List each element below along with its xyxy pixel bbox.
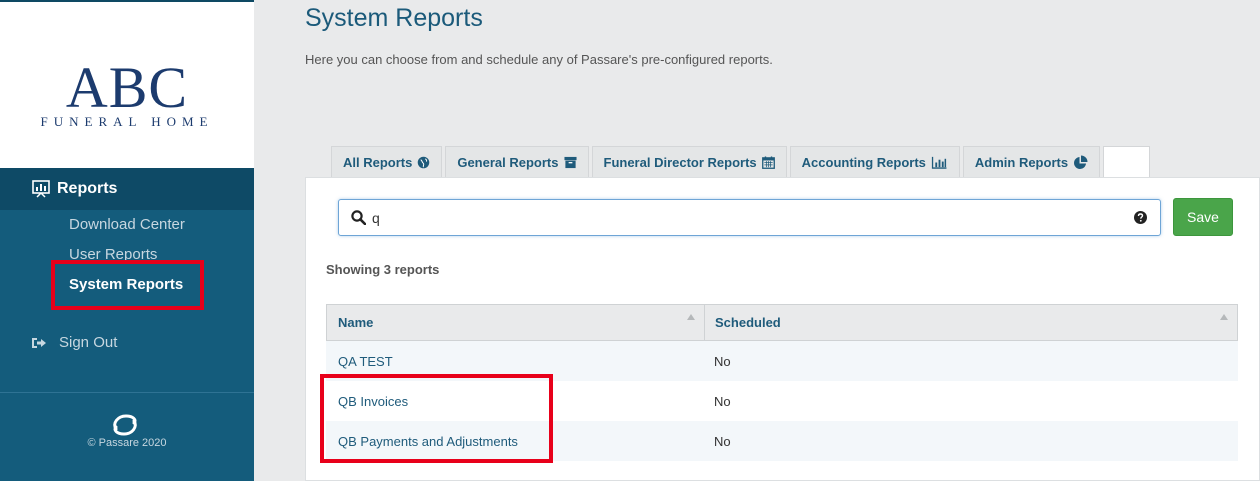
report-scheduled-value: No <box>714 393 731 409</box>
tab-funeral-director-reports[interactable]: Funeral Director Reports <box>591 146 787 178</box>
globe-icon <box>418 156 430 169</box>
tab-label: All Reports <box>343 155 413 170</box>
page-title: System Reports <box>305 4 483 32</box>
tab-label: Funeral Director Reports <box>603 155 757 170</box>
results-count: Showing 3 reports <box>326 262 440 277</box>
report-name-link[interactable]: QA TEST <box>326 354 704 369</box>
help-icon[interactable] <box>1134 211 1147 224</box>
sidebar-divider <box>0 392 254 393</box>
report-search-box[interactable] <box>338 199 1161 236</box>
nav-section-reports-label: Reports <box>57 180 118 197</box>
sidebar: ABC FUNERAL HOME Reports Download Center… <box>0 0 254 481</box>
passare-logo-icon <box>113 414 137 436</box>
report-scheduled-value: No <box>714 433 731 449</box>
archive-icon <box>563 156 577 169</box>
calendar-icon <box>761 156 775 169</box>
copyright-text: © Passare 2020 <box>87 437 167 449</box>
sign-out-link[interactable]: Sign Out <box>31 334 117 351</box>
highlight-annotation-rows <box>320 374 553 463</box>
sign-out-icon <box>32 337 46 348</box>
table-header: Name Scheduled <box>326 304 1238 341</box>
sort-asc-icon <box>1220 314 1228 320</box>
tab-label: General Reports <box>457 155 559 170</box>
tab-label: Accounting Reports <box>801 155 926 170</box>
report-tabs: All Reports General Reports Funeral Dire… <box>331 146 1153 178</box>
sign-out-label: Sign Out <box>59 334 118 351</box>
report-scheduled-value: No <box>714 353 731 369</box>
sidebar-item-download-center[interactable]: Download Center <box>69 216 185 233</box>
presentation-chart-icon <box>32 180 50 198</box>
bar-chart-icon <box>931 156 947 169</box>
tab-all-reports[interactable]: All Reports <box>331 146 443 178</box>
save-button[interactable]: Save <box>1173 198 1233 236</box>
column-header-name[interactable]: Name <box>327 305 705 340</box>
column-header-scheduled[interactable]: Scheduled <box>705 305 1237 340</box>
company-logo-text: ABC <box>65 55 189 120</box>
company-logo-subtitle: FUNERAL HOME <box>40 114 214 129</box>
tab-general-reports[interactable]: General Reports <box>445 146 589 178</box>
tab-blank[interactable] <box>1103 146 1151 178</box>
tab-admin-reports[interactable]: Admin Reports <box>962 146 1101 178</box>
logo-area: ABC FUNERAL HOME <box>0 0 254 168</box>
page-description: Here you can choose from and schedule an… <box>305 52 773 67</box>
tab-accounting-reports[interactable]: Accounting Reports <box>789 146 960 178</box>
search-input[interactable] <box>372 207 1112 229</box>
column-header-label: Name <box>338 315 374 330</box>
tab-label: Admin Reports <box>974 155 1069 170</box>
nav-section-reports[interactable]: Reports <box>0 168 254 210</box>
sort-asc-icon <box>687 314 695 320</box>
column-header-label: Scheduled <box>715 315 781 330</box>
search-icon <box>351 210 366 225</box>
pie-chart-icon <box>1074 155 1088 169</box>
highlight-annotation-sidebar <box>51 260 204 310</box>
